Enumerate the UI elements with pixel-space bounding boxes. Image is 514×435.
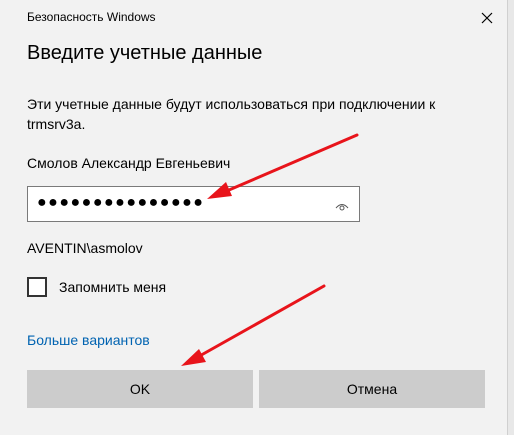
close-icon <box>481 12 493 24</box>
dialog-heading: Введите учетные данные <box>27 42 263 64</box>
remember-me[interactable]: Запомнить меня <box>27 277 166 297</box>
domain-user: AVENTIN\asmolov <box>27 240 143 256</box>
remember-label: Запомнить меня <box>59 279 167 295</box>
username-label: Смолов Александр Евгеньевич <box>27 155 231 171</box>
dialog-description: Эти учетные данные будут использоваться … <box>27 96 436 132</box>
more-options-link[interactable]: Больше вариантов <box>27 332 150 348</box>
close-button[interactable] <box>470 2 504 34</box>
window-edge <box>507 0 514 435</box>
password-value: ●●●●●●●●●●●●●●● <box>37 194 205 211</box>
remember-checkbox[interactable] <box>27 277 47 297</box>
credentials-dialog: Безопасность Windows Введите учетные дан… <box>0 0 507 435</box>
ok-button[interactable]: OK <box>27 370 253 408</box>
window-title: Безопасность Windows <box>27 10 156 24</box>
password-field[interactable]: ●●●●●●●●●●●●●●● <box>27 186 360 222</box>
eye-icon[interactable] <box>335 199 349 211</box>
cancel-button[interactable]: Отмена <box>259 370 485 408</box>
